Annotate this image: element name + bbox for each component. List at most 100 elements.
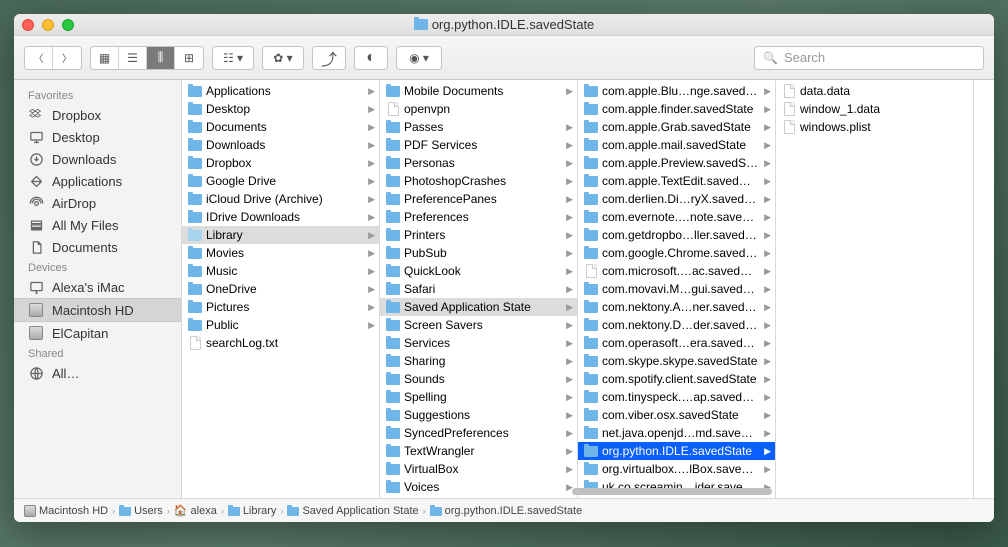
list-item[interactable]: Mobile Documents▶ — [380, 82, 577, 100]
list-item[interactable]: PDF Services▶ — [380, 136, 577, 154]
view-column-button[interactable]: ⫼ — [147, 47, 175, 69]
list-item[interactable]: Dropbox▶ — [182, 154, 379, 172]
chevron-right-icon: ▶ — [368, 104, 375, 115]
list-item[interactable]: Preferences▶ — [380, 208, 577, 226]
list-item[interactable]: Documents▶ — [182, 118, 379, 136]
search-input[interactable]: Search — [754, 46, 984, 70]
list-item[interactable]: windows.plist — [776, 118, 973, 136]
list-item[interactable]: Saved Application State▶ — [380, 298, 577, 316]
breadcrumb-item[interactable]: Users — [119, 505, 163, 517]
sidebar-item-elcapitan[interactable]: ElCapitan — [14, 322, 181, 344]
horizontal-scrollbar[interactable] — [362, 488, 974, 496]
view-gallery-button[interactable]: ⊞ — [175, 47, 203, 69]
arrange-button[interactable]: ☷ ▾ — [213, 47, 253, 69]
list-item[interactable]: Public▶ — [182, 316, 379, 334]
list-item[interactable]: Desktop▶ — [182, 100, 379, 118]
list-item[interactable]: OneDrive▶ — [182, 280, 379, 298]
list-item[interactable]: org.python.IDLE.savedState▶ — [578, 442, 775, 460]
list-item[interactable]: com.derlien.Di…ryX.savedState▶ — [578, 190, 775, 208]
titlebar[interactable]: org.python.IDLE.savedState — [14, 14, 994, 36]
sidebar-item-airdrop[interactable]: AirDrop — [14, 192, 181, 214]
scrollbar-thumb[interactable] — [572, 488, 772, 495]
list-item[interactable]: Movies▶ — [182, 244, 379, 262]
back-button[interactable]: 〈 — [25, 47, 53, 69]
list-item[interactable]: Services▶ — [380, 334, 577, 352]
list-item[interactable]: VirtualBox▶ — [380, 460, 577, 478]
sidebar-item-all-my-files[interactable]: All My Files — [14, 214, 181, 236]
list-item[interactable]: Suggestions▶ — [380, 406, 577, 424]
list-item[interactable]: com.microsoft.…ac.savedState▶ — [578, 262, 775, 280]
list-item[interactable]: Safari▶ — [380, 280, 577, 298]
breadcrumb-item[interactable]: Saved Application State — [287, 505, 418, 517]
list-item[interactable]: com.apple.Preview.savedState▶ — [578, 154, 775, 172]
quicklook-button[interactable]: ◉ ▾ — [397, 47, 441, 69]
list-item[interactable]: com.nektony.D…der.savedState▶ — [578, 316, 775, 334]
list-item[interactable]: org.virtualbox.…lBox.savedState▶ — [578, 460, 775, 478]
list-item[interactable]: Music▶ — [182, 262, 379, 280]
list-item[interactable]: TextWrangler▶ — [380, 442, 577, 460]
sidebar-item-applications[interactable]: Applications — [14, 170, 181, 192]
sidebar-item-downloads[interactable]: Downloads — [14, 148, 181, 170]
action-button[interactable]: ✿ ▾ — [263, 47, 303, 69]
list-item[interactable]: PreferencePanes▶ — [380, 190, 577, 208]
list-item[interactable]: WebKit▶ — [380, 496, 577, 498]
list-item[interactable]: QuickLook▶ — [380, 262, 577, 280]
list-item[interactable]: Personas▶ — [380, 154, 577, 172]
view-list-button[interactable]: ☰ — [119, 47, 147, 69]
sidebar-item-documents[interactable]: Documents — [14, 236, 181, 258]
list-item[interactable]: com.spotify.client.savedState▶ — [578, 370, 775, 388]
sidebar-item-alexa-s-imac[interactable]: Alexa's iMac — [14, 276, 181, 298]
list-item[interactable]: window_1.data — [776, 100, 973, 118]
list-item[interactable]: IDrive Downloads▶ — [182, 208, 379, 226]
list-item[interactable]: Passes▶ — [380, 118, 577, 136]
list-item[interactable]: com.nektony.A…ner.savedState▶ — [578, 298, 775, 316]
column-1[interactable]: Mobile Documents▶openvpnPasses▶PDF Servi… — [380, 80, 578, 498]
list-item[interactable]: com.apple.mail.savedState▶ — [578, 136, 775, 154]
list-item[interactable]: Screen Savers▶ — [380, 316, 577, 334]
list-item[interactable]: Applications▶ — [182, 82, 379, 100]
forward-button[interactable]: 〉 — [53, 47, 81, 69]
column-3[interactable]: data.datawindow_1.datawindows.plist — [776, 80, 974, 498]
view-icon-button[interactable]: ▦ — [91, 47, 119, 69]
sidebar-item-dropbox[interactable]: Dropbox — [14, 104, 181, 126]
list-item[interactable]: com.apple.Blu…nge.savedState▶ — [578, 82, 775, 100]
list-item[interactable]: Google Drive▶ — [182, 172, 379, 190]
list-item[interactable]: iCloud Drive (Archive)▶ — [182, 190, 379, 208]
sidebar-item-all-[interactable]: All… — [14, 362, 181, 384]
list-item[interactable]: com.google.Chrome.savedState▶ — [578, 244, 775, 262]
breadcrumb-item[interactable]: 🏠alexa — [174, 504, 217, 517]
list-item[interactable]: data.data — [776, 82, 973, 100]
list-item[interactable]: Downloads▶ — [182, 136, 379, 154]
list-item[interactable]: com.movavi.M…gui.savedState▶ — [578, 280, 775, 298]
list-item[interactable]: searchLog.txt — [182, 334, 379, 352]
list-item[interactable]: com.operasoft…era.savedState▶ — [578, 334, 775, 352]
list-item[interactable]: net.java.openjd…md.savedState▶ — [578, 424, 775, 442]
column-2[interactable]: com.apple.Blu…nge.savedState▶com.apple.f… — [578, 80, 776, 498]
list-item[interactable]: com.getdropbo…ller.savedState▶ — [578, 226, 775, 244]
sidebar-item-macintosh-hd[interactable]: Macintosh HD — [14, 298, 181, 322]
list-item[interactable]: openvpn — [380, 100, 577, 118]
list-item[interactable]: Spelling▶ — [380, 388, 577, 406]
breadcrumb-item[interactable]: Library — [228, 505, 277, 517]
list-item[interactable]: Sharing▶ — [380, 352, 577, 370]
breadcrumb-item[interactable]: Macintosh HD — [24, 505, 108, 517]
share-button[interactable]: ⤴ — [312, 46, 346, 70]
list-item[interactable]: com.skype.skype.savedState▶ — [578, 352, 775, 370]
breadcrumb-item[interactable]: org.python.IDLE.savedState — [430, 505, 583, 517]
list-item[interactable]: Printers▶ — [380, 226, 577, 244]
list-item[interactable]: com.viber.osx.savedState▶ — [578, 406, 775, 424]
list-item[interactable]: com.apple.Grab.savedState▶ — [578, 118, 775, 136]
tags-button[interactable]: ◐ — [354, 46, 388, 70]
list-item[interactable]: com.tinyspeck.…ap.savedState▶ — [578, 388, 775, 406]
list-item[interactable]: com.evernote.…note.savedState▶ — [578, 208, 775, 226]
list-item[interactable]: Pictures▶ — [182, 298, 379, 316]
list-item[interactable]: Sounds▶ — [380, 370, 577, 388]
sidebar-item-desktop[interactable]: Desktop — [14, 126, 181, 148]
list-item[interactable]: PubSub▶ — [380, 244, 577, 262]
list-item[interactable]: com.apple.TextEdit.savedState▶ — [578, 172, 775, 190]
list-item[interactable]: Library▶ — [182, 226, 379, 244]
list-item[interactable]: SyncedPreferences▶ — [380, 424, 577, 442]
column-0[interactable]: Applications▶Desktop▶Documents▶Downloads… — [182, 80, 380, 498]
list-item[interactable]: PhotoshopCrashes▶ — [380, 172, 577, 190]
list-item[interactable]: com.apple.finder.savedState▶ — [578, 100, 775, 118]
